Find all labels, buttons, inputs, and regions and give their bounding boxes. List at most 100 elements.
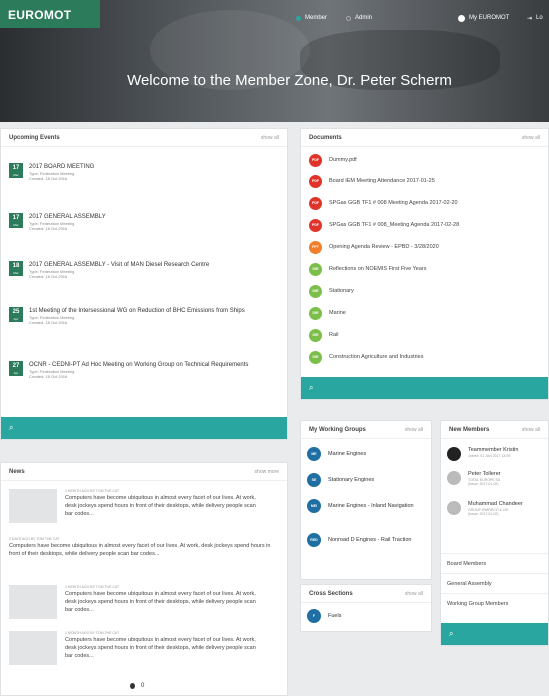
member-detail: (Issue: 2017-01-02)	[468, 482, 499, 486]
news-title: News	[9, 468, 25, 475]
folder-item[interactable]: DIR Rail	[309, 328, 338, 342]
search-icon: ⌕	[449, 629, 454, 638]
event-created: Created: 18 Oct 2016	[29, 320, 68, 325]
news-item[interactable]: 1 MONTH AGO BY TOM THE CAT Computers have…	[9, 631, 271, 671]
nav-my-euromot[interactable]: My EUROMOT	[458, 12, 509, 24]
calendar-icon: 18 Mar	[9, 261, 23, 276]
news-text: Computers have become ubiquitous in almo…	[9, 543, 271, 557]
group-icon: SE	[307, 473, 321, 487]
event-title: OCNR - CEDNI-PT Ad Hoc Meeting on Workin…	[29, 362, 249, 368]
hero-banner: EUROMOT Member Admin My EUROMOT ⇥ Lo Wel…	[0, 0, 549, 122]
news-text: Computers have become ubiquitous in almo…	[65, 591, 256, 613]
documents-search-bar[interactable]: ⌕	[301, 377, 548, 399]
event-item[interactable]: 25 Apr 1st Meeting of the Intersessional …	[1, 307, 287, 325]
document-label: Opening Agenda Review - EPBD - 3/28/2020	[329, 244, 439, 250]
new-members-panel: New Members show all Teammember Kristin J…	[440, 420, 549, 646]
pager-dot-active[interactable]	[130, 683, 135, 689]
working-group-label: Marine Engines	[328, 450, 367, 457]
section-icon: F	[307, 609, 321, 623]
members-search-bar[interactable]: ⌕	[441, 623, 548, 645]
group-icon: RED	[307, 533, 321, 547]
working-groups-show-all[interactable]: show all	[405, 427, 423, 433]
working-group-item[interactable]: MEI Marine Engines - Inland Navigation	[307, 499, 425, 513]
event-title: 2017 GENERAL ASSEMBLY	[29, 214, 106, 220]
working-group-label: Marine Engines - Inland Navigation	[328, 502, 414, 509]
news-thumbnail	[9, 489, 57, 523]
event-created: Created: 18 Oct 2016	[29, 176, 68, 181]
member-item[interactable]: Teammember Kristin Joined: 01 JAN 2017 13…	[447, 447, 518, 461]
cross-sections-title: Cross Sections	[309, 590, 353, 597]
cross-section-item[interactable]: F Fuels	[307, 609, 341, 623]
folder-item[interactable]: DIR Reflections on NOEMIS First Five Year…	[309, 262, 427, 276]
event-item[interactable]: 17 Mar 2017 GENERAL ASSEMBLY Type: Federat…	[1, 213, 287, 231]
board-members-link[interactable]: Board Members	[441, 553, 548, 573]
avatar	[447, 501, 461, 515]
nav-admin[interactable]: Admin	[346, 12, 372, 24]
general-assembly-link[interactable]: General Assembly	[441, 573, 548, 593]
documents-show-all[interactable]: show all	[522, 135, 540, 141]
news-item[interactable]: 1 MONTH AGO BY TOM THE CAT Computers have…	[9, 489, 271, 529]
document-item[interactable]: PDF SPGas GGB TF1 # 008_Meeting Agenda 20…	[309, 218, 459, 232]
pdf-icon: PDF	[309, 218, 322, 232]
document-item[interactable]: PDF SPGas GGB TF1 # 008 Meeting Agenda 20…	[309, 196, 458, 210]
radio-icon	[346, 15, 351, 21]
news-panel: News show more 1 MONTH AGO BY TOM THE CA…	[0, 462, 288, 696]
ppt-icon: PPT	[309, 240, 322, 254]
documents-title: Documents	[309, 134, 342, 141]
folder-item[interactable]: DIR Stationary	[309, 284, 354, 298]
news-item[interactable]: 2 DAYS AGO BY TOM THE CAT Computers have…	[9, 537, 271, 575]
member-detail: (Issue: 2017-01-02)	[468, 512, 499, 516]
event-title: 2017 GENERAL ASSEMBLY - Visit of MAN Die…	[29, 262, 210, 268]
member-item[interactable]: Peter Tollerer TOTAL EUROPE SA (Issue: 201…	[447, 471, 501, 486]
document-label: SPGas GGB TF1 # 008 Meeting Agenda 2017-…	[329, 200, 458, 206]
pager-label[interactable]: 0	[141, 683, 144, 689]
nav-member-label: Member	[305, 15, 328, 21]
document-item[interactable]: PPT Opening Agenda Review - EPBD - 3/28/2…	[309, 240, 439, 254]
logo[interactable]: EUROMOT	[0, 0, 100, 28]
news-header: News show more	[1, 463, 287, 481]
cross-section-label: Fuels	[328, 612, 342, 619]
welcome-title: Welcome to the Member Zone, Dr. Peter Sc…	[127, 72, 452, 89]
event-item[interactable]: 27 Apr OCNR - CEDNI-PT Ad Hoc Meeting on …	[1, 361, 287, 379]
documents-panel: Documents show all PDF Dummy.pdf PDF Board…	[300, 128, 549, 400]
folder-icon: DIR	[309, 284, 322, 298]
cross-sections-show-all[interactable]: show all	[405, 591, 423, 597]
document-label: Marine	[329, 310, 346, 316]
working-group-label: Nonroad D Engines - Rail Traction	[328, 536, 412, 543]
document-label: Board IEM Meeting Attendance 2017-01-25	[329, 178, 435, 184]
folder-item[interactable]: DIR Construction Agriculture and Industri…	[309, 350, 423, 364]
news-text: Computers have become ubiquitous in almo…	[65, 495, 256, 517]
news-item[interactable]: 1 MONTH AGO BY TOM THE CAT Computers have…	[9, 585, 271, 625]
folder-item[interactable]: DIR Marine	[309, 306, 346, 320]
new-members-show-all[interactable]: show all	[522, 427, 540, 433]
working-group-members-link[interactable]: Working Group Members	[441, 593, 548, 613]
working-group-item[interactable]: RED Nonroad D Engines - Rail Traction	[307, 533, 425, 547]
folder-icon: DIR	[309, 328, 322, 342]
new-members-title: New Members	[449, 426, 490, 433]
radio-icon	[296, 15, 301, 21]
cross-sections-panel: Cross Sections show all F Fuels	[300, 584, 432, 632]
events-show-all[interactable]: show all	[261, 135, 279, 141]
calendar-icon: 25 Apr	[9, 307, 23, 322]
working-group-item[interactable]: SE Stationary Engines	[307, 473, 374, 487]
member-item[interactable]: Muhammad Chandeer GROUP SWIRECO & CIE (Iss…	[447, 501, 523, 516]
nav-my-label: My EUROMOT	[469, 15, 510, 21]
document-label: Stationary	[329, 288, 354, 294]
nav-member[interactable]: Member	[296, 12, 327, 24]
document-item[interactable]: PDF Dummy.pdf	[309, 153, 357, 167]
group-icon: MEI	[307, 499, 321, 513]
document-label: Dummy.pdf	[329, 157, 357, 163]
working-group-item[interactable]: ME Marine Engines	[307, 447, 366, 461]
news-pager: 0	[130, 683, 144, 689]
folder-icon: DIR	[309, 262, 322, 276]
nav-logout[interactable]: ⇥ Lo	[527, 12, 543, 24]
avatar	[447, 447, 461, 461]
document-item[interactable]: PDF Board IEM Meeting Attendance 2017-01-…	[309, 174, 435, 188]
event-item[interactable]: 17 Mar 2017 BOARD MEETING Type: Federation…	[1, 163, 287, 181]
events-search-bar[interactable]: ⌕	[1, 417, 287, 439]
event-created: Created: 18 Oct 2016	[29, 274, 68, 279]
folder-icon: DIR	[309, 306, 322, 320]
event-item[interactable]: 18 Mar 2017 GENERAL ASSEMBLY - Visit of M…	[1, 261, 287, 279]
pdf-icon: PDF	[309, 153, 322, 167]
news-show-more[interactable]: show more	[255, 469, 279, 475]
